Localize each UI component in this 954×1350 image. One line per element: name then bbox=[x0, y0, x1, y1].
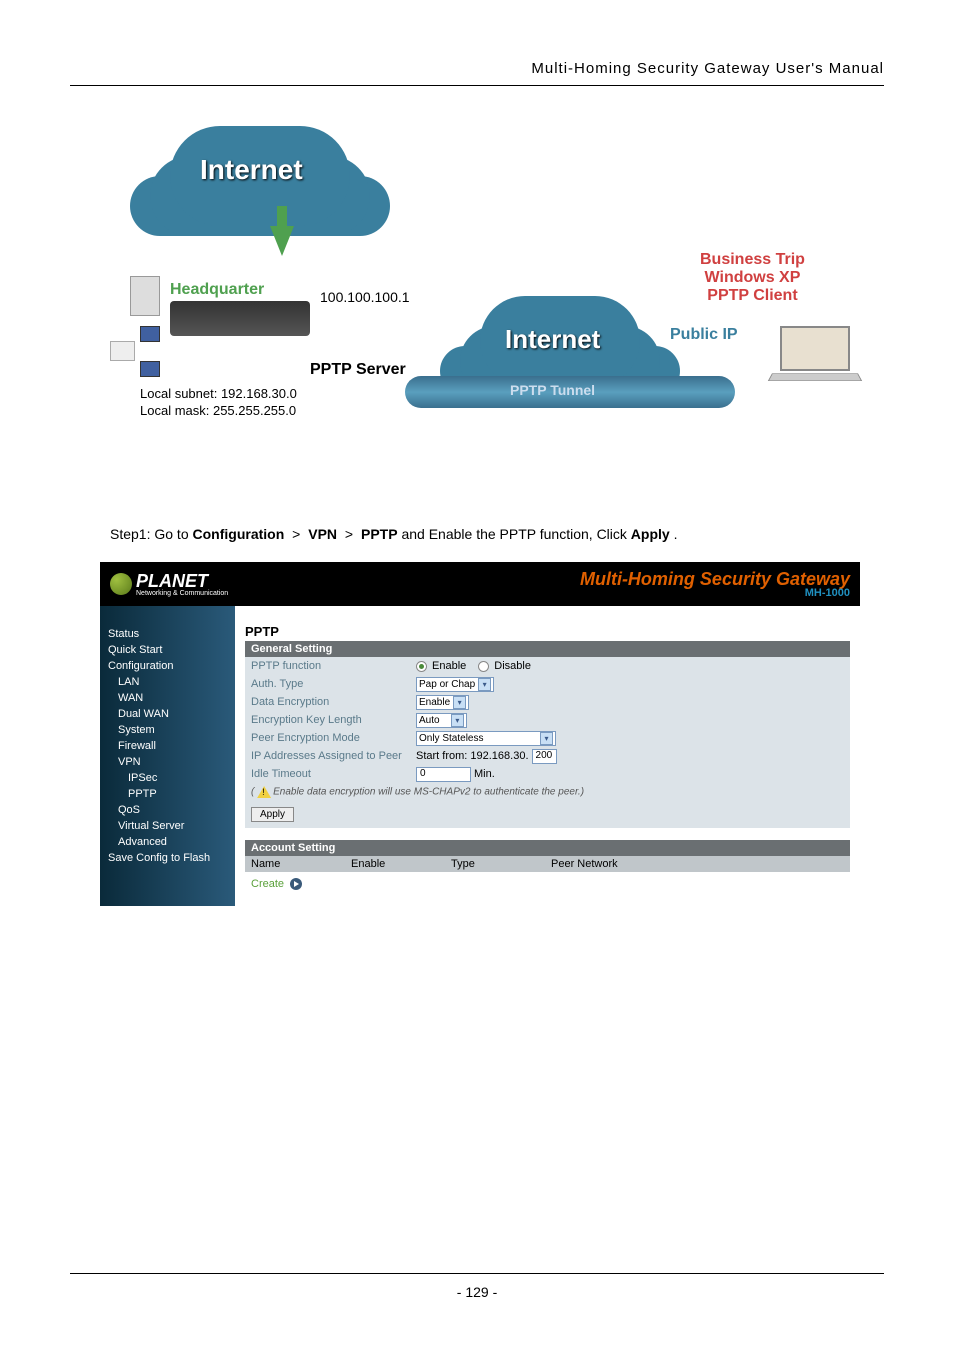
cloud-label-internet: Internet bbox=[200, 154, 303, 186]
idle-input[interactable]: 0 bbox=[416, 767, 471, 782]
row-data-enc-label: Data Encryption bbox=[251, 696, 416, 708]
chevron-down-icon: ▾ bbox=[453, 696, 466, 709]
monitor-icon bbox=[140, 361, 160, 377]
data-enc-select[interactable]: Enable ▾ bbox=[416, 695, 469, 710]
sidebar-item-quick-start[interactable]: Quick Start bbox=[100, 642, 235, 658]
chevron-down-icon: ▾ bbox=[540, 732, 553, 745]
row-auth-type-label: Auth. Type bbox=[251, 678, 416, 690]
sidebar-nav: Status Quick Start Configuration LAN WAN… bbox=[100, 606, 235, 906]
sidebar-item-save-config[interactable]: Save Config to Flash bbox=[100, 850, 235, 866]
public-ip-label: Public IP bbox=[670, 326, 738, 344]
sidebar-item-configuration[interactable]: Configuration bbox=[100, 658, 235, 674]
local-subnet-label: Local subnet: 192.168.30.0 Local mask: 2… bbox=[140, 386, 297, 420]
switch-icon bbox=[110, 341, 135, 361]
row-idle-label: Idle Timeout bbox=[251, 768, 416, 780]
network-diagram: Internet Headquarter 100.100.100.1 PPTP … bbox=[110, 126, 884, 486]
start-from-input[interactable]: 200 bbox=[532, 749, 557, 764]
sidebar-item-status[interactable]: Status bbox=[100, 626, 235, 642]
product-title: Multi-Homing Security Gateway MH-1000 bbox=[580, 570, 850, 599]
radio-disable-label: Disable bbox=[494, 660, 531, 672]
sidebar-item-wan[interactable]: WAN bbox=[100, 690, 235, 706]
radio-enable[interactable] bbox=[416, 661, 427, 672]
pptp-title: PPTP bbox=[245, 624, 850, 639]
router-icon bbox=[170, 301, 310, 336]
wan-ip-label: 100.100.100.1 bbox=[320, 289, 410, 305]
row-peer-mode-label: Peer Encryption Mode bbox=[251, 732, 416, 744]
row-ip-assigned-label: IP Addresses Assigned to Peer bbox=[251, 750, 416, 762]
sidebar-item-pptp[interactable]: PPTP bbox=[100, 786, 235, 802]
col-enable: Enable bbox=[345, 856, 445, 872]
sidebar-item-virtual-server[interactable]: Virtual Server bbox=[100, 818, 235, 834]
monitor-icon bbox=[140, 326, 160, 342]
col-peer-network: Peer Network bbox=[545, 856, 850, 872]
cloud-label-internet: Internet bbox=[505, 324, 600, 355]
idle-unit-label: Min. bbox=[474, 768, 495, 780]
row-key-len-label: Encryption Key Length bbox=[251, 714, 416, 726]
arrow-right-icon bbox=[290, 878, 302, 890]
create-link[interactable]: Create bbox=[245, 872, 850, 896]
col-name: Name bbox=[245, 856, 345, 872]
sidebar-item-ipsec[interactable]: IPSec bbox=[100, 770, 235, 786]
step-instruction: Step1: Go to Configuration > VPN > PPTP … bbox=[110, 526, 884, 542]
chevron-down-icon: ▾ bbox=[478, 678, 491, 691]
pc-icon bbox=[130, 276, 160, 316]
peer-mode-select[interactable]: Only Stateless ▾ bbox=[416, 731, 556, 746]
pptp-server-label: PPTP Server bbox=[310, 361, 406, 379]
business-trip-label: Business Trip Windows XP PPTP Client bbox=[700, 251, 805, 305]
general-setting-bar: General Setting bbox=[245, 641, 850, 657]
account-setting-bar: Account Setting bbox=[245, 840, 850, 856]
page-header: Multi-Homing Security Gateway User's Man… bbox=[70, 60, 884, 86]
key-len-select[interactable]: Auto ▾ bbox=[416, 713, 467, 728]
sidebar-item-qos[interactable]: QoS bbox=[100, 802, 235, 818]
planet-globe-icon bbox=[110, 573, 132, 595]
pptp-tunnel-label: PPTP Tunnel bbox=[510, 382, 595, 398]
sidebar-item-advanced[interactable]: Advanced bbox=[100, 834, 235, 850]
warning-icon bbox=[257, 786, 271, 798]
col-type: Type bbox=[445, 856, 545, 872]
chevron-down-icon: ▾ bbox=[451, 714, 464, 727]
admin-ui-screenshot: PLANET Networking & Communication Multi-… bbox=[100, 562, 860, 906]
laptop-icon bbox=[770, 326, 860, 386]
headquarter-label: Headquarter bbox=[170, 281, 264, 299]
account-table-header: Name Enable Type Peer Network bbox=[245, 856, 850, 872]
planet-logo: PLANET Networking & Communication bbox=[110, 571, 228, 597]
warning-note: ( Enable data encryption will use MS-CHA… bbox=[245, 783, 850, 801]
admin-header: PLANET Networking & Communication Multi-… bbox=[100, 562, 860, 606]
page-footer: - 129 - bbox=[70, 1273, 884, 1300]
content-panel: PPTP General Setting PPTP function Enabl… bbox=[235, 606, 860, 906]
auth-type-select[interactable]: Pap or Chap ▾ bbox=[416, 677, 494, 692]
apply-button[interactable]: Apply bbox=[251, 807, 294, 822]
radio-enable-label: Enable bbox=[432, 660, 466, 672]
row-pptp-function-label: PPTP function bbox=[251, 660, 416, 672]
start-from-label: Start from: 192.168.30. bbox=[416, 750, 529, 762]
arrow-down-icon bbox=[270, 226, 294, 256]
sidebar-item-system[interactable]: System bbox=[100, 722, 235, 738]
sidebar-item-dual-wan[interactable]: Dual WAN bbox=[100, 706, 235, 722]
radio-disable[interactable] bbox=[478, 661, 489, 672]
sidebar-item-vpn[interactable]: VPN bbox=[100, 754, 235, 770]
sidebar-item-lan[interactable]: LAN bbox=[100, 674, 235, 690]
sidebar-item-firewall[interactable]: Firewall bbox=[100, 738, 235, 754]
